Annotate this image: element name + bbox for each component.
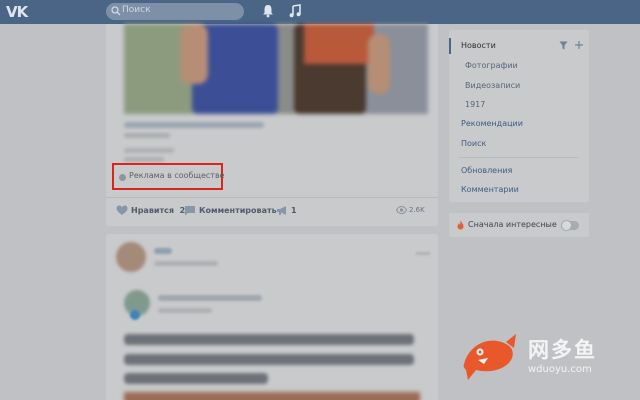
watermark-url: wduoyu.com xyxy=(528,364,592,375)
like-label: Нравится xyxy=(131,206,175,215)
vk-logo-icon[interactable]: VK xyxy=(6,3,28,21)
author-name-blurred[interactable] xyxy=(154,248,172,254)
comment-button[interactable]: Комментировать xyxy=(184,205,277,217)
post-text-blurred xyxy=(124,373,268,384)
comment-label: Комментировать xyxy=(199,206,277,215)
watermark: 网多鱼 wduoyu.com xyxy=(458,330,608,390)
avatar-badge xyxy=(130,310,140,320)
divider xyxy=(459,157,579,158)
fish-logo-icon xyxy=(463,334,516,380)
post-date-blurred xyxy=(158,308,212,313)
sidebar-item-comments[interactable]: Комментарии xyxy=(461,185,519,194)
feed-post: Реклама в сообществе Нравится 2 Комменти… xyxy=(106,24,438,226)
divider xyxy=(106,197,438,198)
post-date-blurred xyxy=(154,261,218,266)
sidebar-item-search[interactable]: Поиск xyxy=(461,139,486,148)
interesting-first-toggle[interactable] xyxy=(561,220,579,231)
repost-button[interactable]: 1 xyxy=(276,205,316,217)
views-counter: 2.6K xyxy=(396,205,432,217)
post-caption-blurred xyxy=(124,133,170,138)
like-button[interactable]: Нравится 2 xyxy=(116,205,186,217)
music-icon[interactable] xyxy=(289,4,301,18)
search-input[interactable]: Поиск xyxy=(122,5,151,15)
ad-info-icon xyxy=(119,174,126,181)
search-box[interactable]: Поиск xyxy=(106,3,244,20)
post-text-blurred xyxy=(124,148,174,153)
repost-count: 1 xyxy=(291,206,297,215)
post-text-blurred xyxy=(124,157,164,162)
post-caption-blurred xyxy=(124,122,264,128)
sidebar-item-updates[interactable]: Обновления xyxy=(461,166,512,175)
eye-icon xyxy=(396,206,407,214)
ad-label-highlight: Реклама в сообществе xyxy=(112,163,225,190)
megaphone-icon xyxy=(277,206,286,215)
top-bar: VK Поиск xyxy=(0,0,640,24)
comment-icon xyxy=(185,206,195,216)
heart-icon xyxy=(116,205,128,215)
sidebar-item-news[interactable]: Новости xyxy=(461,41,496,50)
active-indicator xyxy=(449,38,451,54)
filter-icon[interactable] xyxy=(559,41,568,50)
interesting-first-label: Сначала интересные xyxy=(468,220,557,229)
ad-label[interactable]: Реклама в сообществе xyxy=(129,171,225,180)
post-text-blurred xyxy=(124,354,414,365)
views-count: 2.6K xyxy=(409,206,425,214)
bell-icon[interactable] xyxy=(262,4,274,18)
toggle-knob[interactable] xyxy=(561,220,572,231)
plus-icon[interactable] xyxy=(574,40,584,50)
sidebar-item-videos[interactable]: Видеозаписи xyxy=(465,81,520,90)
sidebar-item-photos[interactable]: Фотографии xyxy=(465,61,518,70)
feed-post xyxy=(106,234,438,400)
post-text-blurred xyxy=(124,334,414,345)
author-name-blurred[interactable] xyxy=(158,295,262,301)
sidebar-item-recommendations[interactable]: Рекомендации xyxy=(461,119,523,128)
interesting-first-setting[interactable]: Сначала интересные xyxy=(449,213,589,237)
more-icon[interactable] xyxy=(416,252,430,255)
sidebar-item-1917[interactable]: 1917 xyxy=(465,100,485,109)
fire-icon xyxy=(457,220,464,230)
watermark-brand: 网多鱼 xyxy=(528,338,597,362)
post-photo[interactable] xyxy=(124,392,420,400)
news-filter-menu: Новости Фотографии Видеозаписи 1917 Реко… xyxy=(449,30,589,202)
avatar[interactable] xyxy=(116,242,146,272)
search-icon xyxy=(111,6,121,16)
post-photo[interactable] xyxy=(124,24,428,114)
